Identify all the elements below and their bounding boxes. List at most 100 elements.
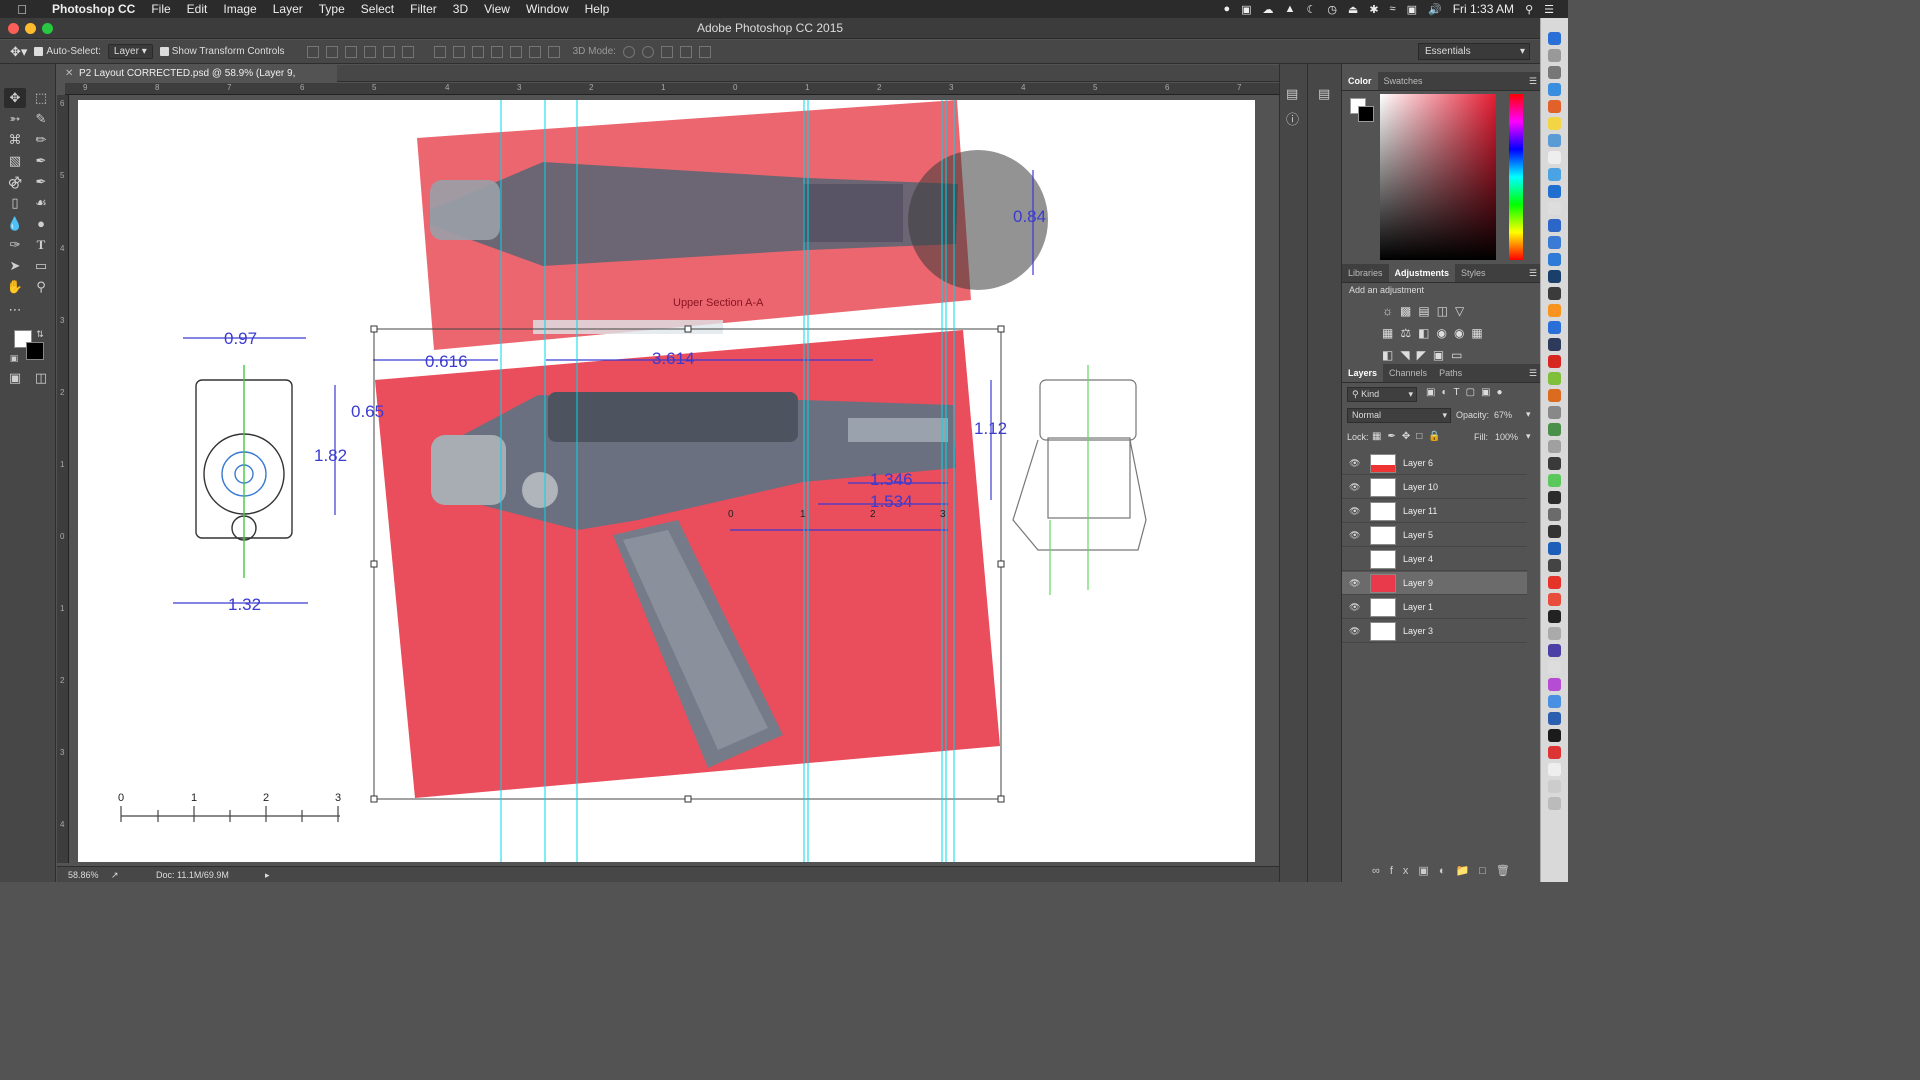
- tab-adjustments[interactable]: Adjustments: [1388, 264, 1456, 282]
- new-group-icon[interactable]: 📁: [1455, 865, 1479, 877]
- selective-color-icon[interactable]: ▣: [1433, 348, 1451, 362]
- system-prefs-icon[interactable]: [1548, 66, 1561, 79]
- horizontal-ruler[interactable]: 9 8 7 6 5 4 3 2 1 0 1 2 3 4 5 6 7: [65, 83, 1279, 95]
- visibility-eye-icon[interactable]: 👁: [1349, 626, 1360, 637]
- tab-libraries[interactable]: Libraries: [1342, 264, 1389, 282]
- menu-view[interactable]: View: [476, 2, 518, 16]
- launchpad-icon[interactable]: [1548, 49, 1561, 62]
- auto-select-checkbox[interactable]: Auto-Select:: [34, 46, 101, 57]
- visibility-eye-icon[interactable]: 👁: [1349, 458, 1360, 469]
- filter-pixel-icon[interactable]: ▣: [1426, 387, 1441, 398]
- cloud-icon[interactable]: ☁: [1263, 3, 1274, 16]
- menu-window[interactable]: Window: [518, 2, 577, 16]
- archive-icon[interactable]: [1548, 627, 1561, 640]
- tab-styles[interactable]: Styles: [1455, 264, 1492, 282]
- history-panel-icon[interactable]: ▤: [1318, 86, 1330, 102]
- muse-icon[interactable]: [1548, 372, 1561, 385]
- distribute-left-icon[interactable]: [490, 45, 503, 58]
- auto-align-icon[interactable]: [547, 45, 560, 58]
- apple-icon[interactable]: : [0, 2, 44, 17]
- menu-filter[interactable]: Filter: [402, 2, 445, 16]
- hue-saturation-icon[interactable]: ▦: [1382, 326, 1400, 340]
- document-canvas[interactable]: Upper Section A-A 0.84 0.97 1.82 1.32 0.…: [78, 100, 1255, 862]
- layer-row[interactable]: Layer 4: [1342, 548, 1527, 571]
- tab-paths[interactable]: Paths: [1433, 364, 1468, 382]
- sketch-icon[interactable]: [1548, 610, 1561, 623]
- type-tool-icon[interactable]: T: [30, 235, 52, 255]
- sync-icon[interactable]: [1548, 695, 1561, 708]
- black-white-icon[interactable]: ◧: [1418, 326, 1436, 340]
- visibility-eye-icon[interactable]: 👁: [1349, 602, 1360, 613]
- swap-colors-icon[interactable]: ⇅: [34, 324, 46, 344]
- 3d-roll-icon[interactable]: [641, 45, 654, 58]
- notes-icon[interactable]: [1548, 117, 1561, 130]
- filter-adjustment-icon[interactable]: ◐: [1441, 387, 1453, 398]
- new-adjustment-icon[interactable]: ◐: [1439, 865, 1456, 877]
- utility-icon[interactable]: [1548, 406, 1561, 419]
- hand-tool-icon[interactable]: ✋: [4, 277, 26, 297]
- layer-row[interactable]: 👁 Layer 1: [1342, 596, 1527, 619]
- spotlight-icon[interactable]: ⚲: [1525, 3, 1533, 16]
- maps-icon[interactable]: [1548, 440, 1561, 453]
- more-tools-icon[interactable]: ⋯: [4, 300, 26, 320]
- vlc-icon[interactable]: [1548, 576, 1561, 589]
- align-vcenter-icon[interactable]: [325, 45, 338, 58]
- close-window-button[interactable]: [8, 23, 19, 34]
- camera-raw-icon[interactable]: [1548, 287, 1561, 300]
- distribute-hcenter-icon[interactable]: [509, 45, 522, 58]
- creative-cloud-icon[interactable]: ●: [1223, 3, 1230, 15]
- levels-icon[interactable]: ▩: [1400, 304, 1418, 318]
- menu-select[interactable]: Select: [353, 2, 402, 16]
- volume-icon[interactable]: 🔊: [1428, 3, 1442, 16]
- layer-row[interactable]: 👁 Layer 3: [1342, 620, 1527, 643]
- time-machine-icon[interactable]: ◷: [1327, 3, 1337, 16]
- vibrance-icon[interactable]: ▽: [1455, 304, 1471, 318]
- infinity-app-icon[interactable]: [1548, 712, 1561, 725]
- fill-field[interactable]: 100%: [1495, 432, 1518, 442]
- posterize-icon[interactable]: ◥: [1400, 348, 1416, 362]
- blur-tool-icon[interactable]: 💧: [4, 214, 26, 234]
- 3d-slide-icon[interactable]: [679, 45, 692, 58]
- 3d-drag-icon[interactable]: [660, 45, 673, 58]
- quick-mask-icon[interactable]: ▣: [4, 368, 26, 388]
- path-select-tool-icon[interactable]: ➤: [4, 256, 26, 276]
- lightroom-classic-icon[interactable]: [1548, 338, 1561, 351]
- skype-icon[interactable]: [1548, 542, 1561, 555]
- photoshop-icon[interactable]: [1548, 270, 1561, 283]
- visibility-eye-icon[interactable]: 👁: [1349, 578, 1360, 589]
- pandora-icon[interactable]: [1548, 729, 1561, 742]
- color-picker-field[interactable]: [1380, 94, 1496, 260]
- photo-filter-icon[interactable]: ◉: [1436, 326, 1453, 340]
- threshold-icon[interactable]: ◤: [1417, 348, 1433, 362]
- curves-icon[interactable]: ▤: [1418, 304, 1436, 318]
- filter-toggle-icon[interactable]: ●: [1497, 387, 1509, 398]
- clone-stamp-tool-icon[interactable]: ⚣: [4, 172, 26, 192]
- mail-icon[interactable]: [1548, 134, 1561, 147]
- brightness-icon[interactable]: ☼: [1382, 304, 1400, 318]
- lock-position-icon[interactable]: ✥: [1402, 431, 1416, 442]
- document-icon[interactable]: [1548, 661, 1561, 674]
- airplay-icon[interactable]: ▣: [1407, 3, 1417, 16]
- zoom-window-button[interactable]: [42, 23, 53, 34]
- documents-stack-icon[interactable]: [1548, 780, 1561, 793]
- add-mask-icon[interactable]: ▣: [1418, 865, 1438, 877]
- bridge-icon[interactable]: [1548, 389, 1561, 402]
- layer-row[interactable]: 👁 Layer 6: [1342, 452, 1527, 475]
- moon-icon[interactable]: ☾: [1306, 3, 1316, 16]
- menu-image[interactable]: Image: [215, 2, 264, 16]
- facetime-icon[interactable]: [1548, 474, 1561, 487]
- star-app-icon[interactable]: [1548, 644, 1561, 657]
- screen-mode-icon[interactable]: ◫: [30, 368, 52, 388]
- notification-icon[interactable]: ☰: [1544, 3, 1554, 16]
- lock-transparent-icon[interactable]: ▦: [1372, 431, 1387, 442]
- preview-icon[interactable]: [1548, 202, 1561, 215]
- font-app-icon[interactable]: [1548, 593, 1561, 606]
- document-tab[interactable]: ✕ P2 Layout CORRECTED.psd @ 58.9% (Layer…: [57, 65, 337, 96]
- tab-layers[interactable]: Layers: [1342, 364, 1384, 382]
- crop-tool-icon[interactable]: ⌘: [4, 130, 26, 150]
- menu-help[interactable]: Help: [577, 2, 618, 16]
- drive-icon[interactable]: ▲: [1285, 3, 1296, 15]
- align-bottom-icon[interactable]: [344, 45, 357, 58]
- show-transform-checkbox[interactable]: Show Transform Controls: [159, 46, 285, 57]
- status-menu-arrow-icon[interactable]: ▸: [265, 867, 270, 883]
